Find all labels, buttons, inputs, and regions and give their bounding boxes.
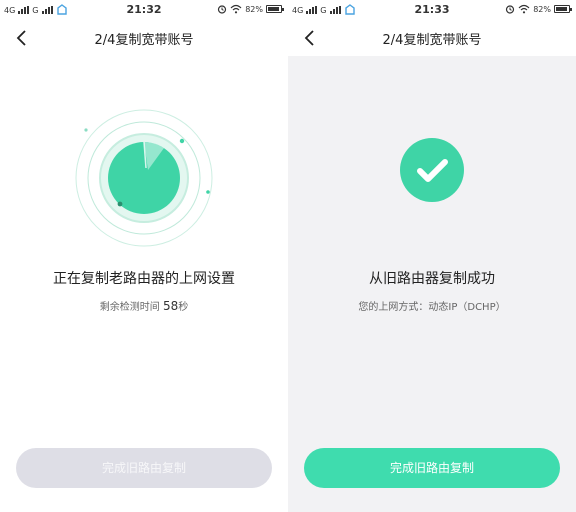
status-right: 82%	[217, 4, 284, 14]
alarm-icon	[506, 5, 515, 14]
status-bar: 4G G 21:33 82%	[288, 0, 576, 20]
finish-copy-button[interactable]: 完成旧路由复制	[16, 448, 272, 488]
battery-percent: 82%	[245, 4, 263, 14]
app-root: 4G G 21:32 82% 2/4复制宽带账号 正在复制老路由器的上网设置 剩…	[0, 0, 576, 512]
battery-icon	[266, 5, 284, 13]
connection-type-text: 您的上网方式：动态IP（DCHP）	[358, 302, 506, 313]
remaining-time-text: 剩余检测时间 58秒	[0, 298, 288, 313]
wifi-icon	[518, 4, 530, 14]
status-bar: 4G G 21:32 82%	[0, 0, 288, 20]
success-badge	[400, 138, 464, 202]
alarm-icon	[218, 5, 227, 14]
nav-bar: 2/4复制宽带账号	[288, 20, 576, 56]
screen-copy-success: 4G G 21:33 82% 2/4复制宽带账号 从旧路由器复制成功 您的上网方…	[288, 0, 576, 512]
wifi-icon	[230, 4, 242, 14]
checkmark-icon	[417, 159, 448, 182]
copy-success-headline: 从旧路由器复制成功	[369, 271, 495, 287]
battery-icon	[554, 5, 572, 13]
nav-bar: 2/4复制宽带账号	[0, 20, 288, 56]
page-title: 2/4复制宽带账号	[94, 33, 194, 48]
copy-status-headline: 正在复制老路由器的上网设置	[53, 271, 235, 287]
remaining-seconds: 58	[162, 299, 179, 313]
finish-copy-button[interactable]: 完成旧路由复制	[304, 448, 560, 488]
battery-percent: 82%	[533, 4, 551, 14]
remaining-time-unit: 秒	[178, 302, 189, 313]
page-title: 2/4复制宽带账号	[382, 33, 482, 48]
status-right: 82%	[505, 4, 572, 14]
screen-copying: 4G G 21:32 82% 2/4复制宽带账号 正在复制老路由器的上网设置 剩…	[0, 0, 288, 512]
scanning-radar-icon	[75, 109, 213, 247]
remaining-time-label: 剩余检测时间	[99, 302, 160, 313]
